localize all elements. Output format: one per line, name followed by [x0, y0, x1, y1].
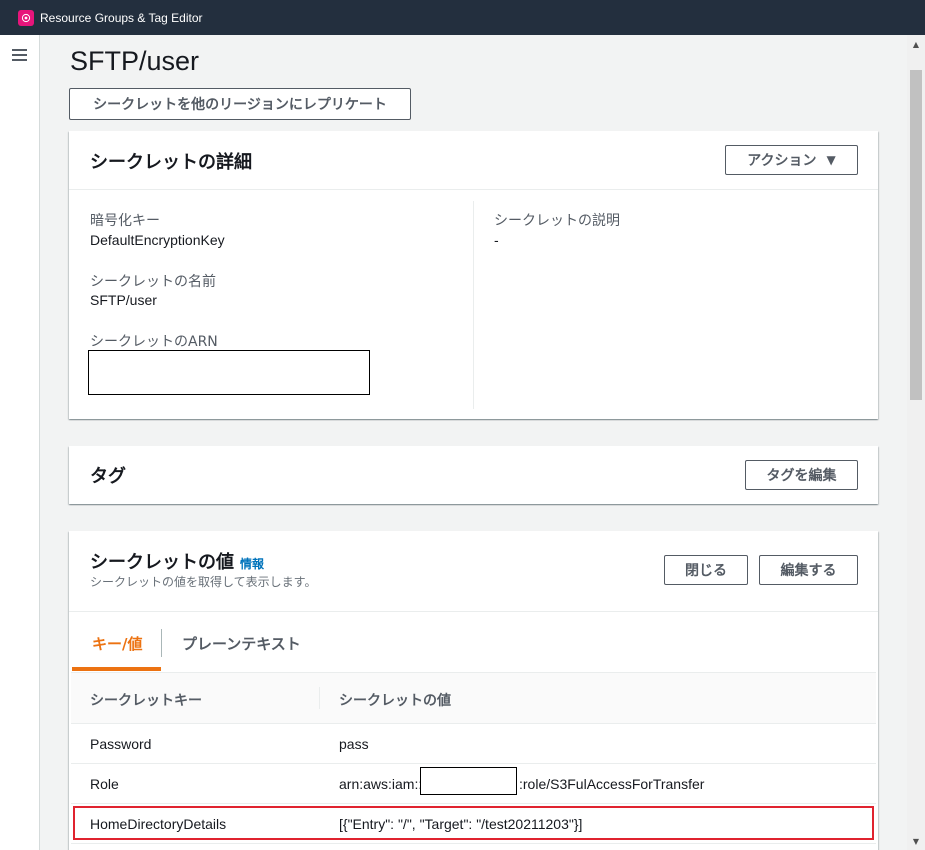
secret-value-cell-suffix: :role/S3FulAccessForTransfer	[519, 776, 705, 792]
scroll-up-arrow-icon[interactable]: ▲	[907, 35, 925, 53]
column-header-separator	[319, 687, 320, 709]
highlight-annotation-box	[73, 806, 874, 840]
hamburger-menu-icon[interactable]	[12, 49, 27, 62]
vertical-scrollbar[interactable]: ▲ ▼	[907, 35, 925, 850]
info-link[interactable]: 情報	[240, 557, 264, 571]
close-button[interactable]: 閉じる	[664, 555, 748, 585]
caret-down-icon: ▼	[826, 153, 836, 167]
tab-key-value[interactable]: キー/値	[92, 633, 142, 654]
secret-value-cell: arn:aws:iam::	[339, 776, 423, 792]
table-row: Password pass	[71, 724, 876, 764]
actions-button-label: アクション	[747, 153, 817, 169]
column-divider	[473, 201, 474, 409]
secret-value-cell: pass	[339, 736, 369, 752]
encryption-key-value: DefaultEncryptionKey	[90, 232, 225, 248]
tags-heading: タグ	[90, 466, 126, 487]
edit-tags-button[interactable]: タグを編集	[745, 460, 858, 490]
edit-secret-button[interactable]: 編集する	[759, 555, 858, 585]
app-title[interactable]: Resource Groups & Tag Editor	[40, 11, 203, 25]
header-divider	[69, 611, 878, 612]
scroll-down-arrow-icon[interactable]: ▼	[907, 832, 925, 850]
top-bar: Resource Groups & Tag Editor	[0, 0, 925, 35]
page-title: SFTP/user	[70, 46, 200, 76]
secret-name-value: SFTP/user	[90, 292, 157, 308]
secret-description-label: シークレットの説明	[494, 213, 620, 229]
left-navigation	[0, 35, 40, 850]
secret-name-label: シークレットの名前	[90, 274, 216, 290]
active-tab-indicator	[72, 667, 161, 671]
table-header: シークレットキー シークレットの値	[71, 672, 876, 724]
tab-plaintext[interactable]: プレーンテキスト	[182, 633, 301, 654]
tags-panel: タグ タグを編集	[69, 446, 878, 504]
secret-key-cell: Password	[90, 736, 152, 752]
actions-button[interactable]: アクション ▼	[725, 145, 858, 175]
secret-key-cell: Role	[90, 776, 119, 792]
scroll-thumb[interactable]	[910, 70, 922, 400]
column-header-key: シークレットキー	[90, 693, 202, 709]
column-header-value: シークレットの値	[339, 693, 451, 709]
header-divider	[69, 189, 878, 190]
redacted-arn-box	[88, 350, 370, 395]
encryption-key-label: 暗号化キー	[90, 213, 160, 229]
resource-groups-icon	[18, 9, 34, 26]
secret-value-panel: シークレットの値 情報 シークレットの値を取得して表示します。 閉じる 編集する …	[69, 531, 878, 850]
tab-separator	[161, 629, 162, 657]
secret-value-heading: シークレットの値 情報	[90, 548, 264, 574]
secret-value-title: シークレットの値	[90, 552, 234, 573]
replicate-secret-button[interactable]: シークレットを他のリージョンにレプリケート	[69, 88, 411, 120]
secret-arn-label: シークレットのARN	[90, 334, 218, 350]
secret-value-description: シークレットの値を取得して表示します。	[90, 575, 317, 589]
secret-details-panel: シークレットの詳細 アクション ▼ 暗号化キー DefaultEncryptio…	[69, 131, 878, 419]
table-row: Role arn:aws:iam:: :role/S3FulAccessForT…	[71, 764, 876, 804]
secret-details-heading: シークレットの詳細	[90, 152, 252, 173]
secret-description-value: -	[494, 232, 499, 248]
redacted-account-id-box	[420, 767, 517, 795]
